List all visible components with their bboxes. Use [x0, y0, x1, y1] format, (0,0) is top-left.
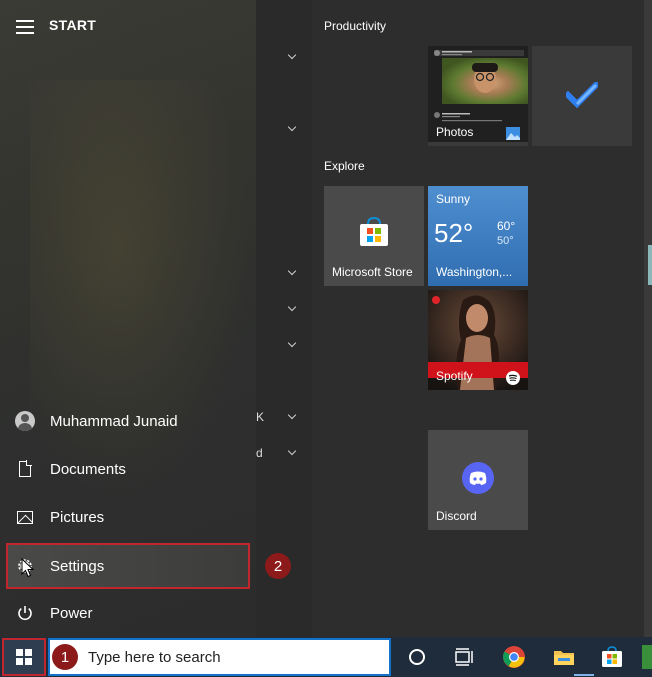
weather-high: 60°: [497, 219, 516, 233]
start-menu: START K d Muhammad Junaid Documents Pict…: [0, 0, 652, 637]
background-window-edge: [648, 245, 652, 285]
chevron-down-icon[interactable]: [288, 304, 298, 314]
active-app-indicator: [574, 674, 594, 676]
pictures-button[interactable]: Pictures: [0, 493, 256, 541]
task-view-icon[interactable]: [451, 645, 475, 669]
microsoft-store-taskbar-icon[interactable]: [600, 645, 624, 669]
checkmark-icon: [566, 82, 598, 108]
chevron-down-icon[interactable]: [288, 412, 298, 422]
app-list: [256, 0, 312, 637]
power-button[interactable]: Power: [0, 589, 256, 637]
discord-icon: [462, 462, 494, 494]
chevron-down-icon[interactable]: [288, 124, 298, 134]
taskbar: Type here to search 1: [0, 637, 652, 677]
pictures-icon: [17, 510, 33, 524]
spotify-tile[interactable]: Spotify: [428, 290, 528, 390]
chevron-down-icon[interactable]: [288, 340, 298, 350]
windows-logo-icon: [16, 649, 32, 665]
step-1-badge: 1: [52, 644, 78, 670]
start-title: START: [49, 17, 97, 33]
spotify-icon: [506, 371, 520, 385]
power-label: Power: [50, 604, 93, 622]
user-name: Muhammad Junaid: [50, 412, 178, 430]
microsoft-store-tile[interactable]: Microsoft Store: [324, 186, 424, 286]
microsoft-store-label: Microsoft Store: [332, 265, 413, 279]
group-productivity-title: Productivity: [324, 19, 387, 33]
settings-button[interactable]: Settings: [0, 542, 256, 590]
weather-tile[interactable]: Sunny 52° 60° 50° Washington,...: [428, 186, 528, 286]
discord-label: Discord: [436, 509, 477, 523]
discord-tile[interactable]: Discord: [428, 430, 528, 530]
hamburger-menu-icon[interactable]: [16, 20, 34, 34]
document-icon: [19, 460, 32, 477]
taskbar-overflow-icon[interactable]: [642, 645, 652, 669]
mouse-cursor-icon: [21, 558, 35, 578]
taskbar-search-box[interactable]: Type here to search: [48, 638, 391, 676]
store-bag-icon: [360, 216, 388, 246]
spotify-label: Spotify: [436, 369, 473, 383]
chevron-down-icon[interactable]: [288, 52, 298, 62]
todo-tile[interactable]: [532, 46, 632, 146]
weather-temp: 52°: [434, 218, 474, 248]
file-explorer-icon[interactable]: [552, 645, 576, 669]
photos-app-icon: [506, 127, 520, 140]
step-2-badge: 2: [265, 553, 291, 579]
user-account-button[interactable]: Muhammad Junaid: [0, 397, 256, 445]
photos-tile[interactable]: Photos: [428, 46, 528, 146]
start-button[interactable]: [2, 638, 46, 676]
chevron-down-icon[interactable]: [288, 448, 298, 458]
group-explore-title: Explore: [324, 159, 365, 173]
documents-label: Documents: [50, 460, 126, 478]
weather-location: Washington,...: [436, 265, 513, 279]
chrome-icon[interactable]: [502, 645, 526, 669]
applist-fragment: d: [256, 446, 263, 460]
chevron-down-icon[interactable]: [288, 268, 298, 278]
weather-low: 50°: [497, 235, 514, 247]
cortana-icon[interactable]: [405, 645, 429, 669]
right-edge: [644, 0, 652, 637]
applist-fragment: K: [256, 410, 265, 424]
documents-button[interactable]: Documents: [0, 445, 256, 493]
photos-label: Photos: [436, 125, 474, 139]
weather-condition: Sunny: [436, 192, 471, 206]
power-icon: [18, 606, 32, 621]
avatar: [15, 411, 35, 431]
pictures-label: Pictures: [50, 508, 105, 526]
settings-label: Settings: [50, 557, 105, 575]
search-placeholder: Type here to search: [88, 648, 221, 666]
